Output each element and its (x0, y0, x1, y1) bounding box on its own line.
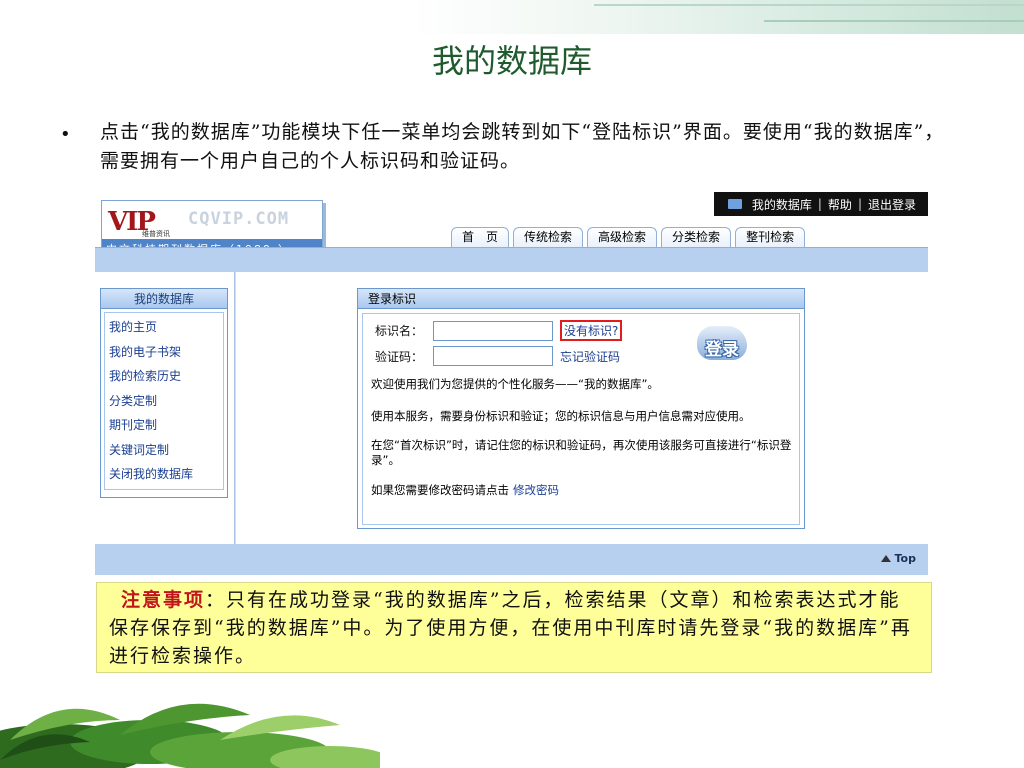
nav-tabs: 首 页 传统检索 高级检索 分类检索 整刊检索 (451, 227, 806, 247)
info-first-time: 在您“首次标识”时，请记住您的标识和验证码，再次使用该服务可直接进行“标识登录”… (371, 438, 792, 467)
no-id-link[interactable]: 没有标识? (560, 320, 623, 341)
login-panel-title: 登录标识 (358, 289, 804, 309)
change-password-text: 如果您需要修改密码请点击 (371, 483, 509, 497)
separator: | (817, 197, 822, 211)
tab-traditional-search[interactable]: 传统检索 (513, 227, 584, 247)
code-row: 验证码： 忘记验证码 (375, 346, 620, 366)
id-row: 标识名： 没有标识? (375, 320, 623, 341)
tab-advanced-search[interactable]: 高级检索 (587, 227, 658, 247)
id-input[interactable] (433, 320, 553, 341)
slide-title: 我的数据库 (431, 42, 592, 80)
change-password-link[interactable]: 修改密码 (513, 483, 559, 497)
notice-label: 注意事项 (121, 589, 206, 611)
sidebar-item-close-database[interactable]: 关闭我的数据库 (109, 462, 219, 487)
info-welcome: 欢迎使用我们为您提供的个性化服务——“我的数据库”。 (371, 377, 659, 391)
decor-stripe (594, 4, 1024, 6)
notice-text: ：只有在成功登录“我的数据库”之后，检索结果（文章）和检索表达式才能保存保存到“… (109, 589, 912, 667)
logo-subtitle: 维普资讯 (142, 230, 170, 238)
tea-leaves-decoration (0, 680, 380, 768)
sidebar-item-search-history[interactable]: 我的检索历史 (109, 364, 219, 389)
up-arrow-icon (880, 555, 891, 562)
bullet-text: 点击“我的数据库”功能模块下任一菜单均会跳转到如下“登陆标识”界面。要使用“我的… (100, 121, 945, 172)
info-change-password: 如果您需要修改密码请点击 修改密码 (371, 483, 793, 498)
help-link[interactable]: 帮助 (828, 196, 852, 213)
tab-category-search[interactable]: 分类检索 (661, 227, 732, 247)
leaves-icon (0, 703, 380, 768)
decor-stripe (764, 20, 1024, 22)
forgot-code-link[interactable]: 忘记验证码 (560, 348, 620, 365)
code-input[interactable] (433, 346, 553, 366)
login-button[interactable]: 登录 (697, 322, 753, 366)
folder-icon (727, 199, 742, 209)
sidebar-item-journal-custom[interactable]: 期刊定制 (109, 413, 219, 438)
sidebar-item-home[interactable]: 我的主页 (109, 315, 219, 340)
top-link-label: Top (894, 552, 916, 565)
my-database-link[interactable]: 我的数据库 (752, 196, 812, 213)
footer-bar: Top (95, 544, 928, 575)
code-label: 验证码： (375, 349, 424, 364)
sidebar-item-bookshelf[interactable]: 我的电子书架 (109, 340, 219, 365)
bullet-icon: • (60, 124, 71, 145)
id-label: 标识名： (375, 324, 424, 338)
sidebar-list: 我的主页 我的电子书架 我的检索历史 分类定制 期刊定制 关键词定制 关闭我的数… (104, 312, 224, 490)
tab-journal-search[interactable]: 整刊检索 (735, 227, 806, 247)
sidebar-title: 我的数据库 (101, 289, 227, 309)
sidebar-item-category-custom[interactable]: 分类定制 (109, 389, 219, 414)
nav-bar (95, 247, 928, 272)
tab-home[interactable]: 首 页 (451, 227, 510, 247)
sidebar-item-keyword-custom[interactable]: 关键词定制 (109, 438, 219, 463)
login-panel: 登录标识 标识名： 没有标识? 验证码： 忘记验证码 登录 欢迎使用我们为您提供… (357, 288, 805, 529)
separator: | (857, 197, 862, 211)
slide-top-band (0, 0, 1024, 34)
screenshot-panel: 我的数据库 | 帮助 | 退出登录 VIP 维普资讯 CQVIP.COM 中文科… (95, 192, 928, 575)
sidebar: 我的数据库 我的主页 我的电子书架 我的检索历史 分类定制 期刊定制 关键词定制… (100, 288, 228, 498)
login-button-label: 登录 (705, 340, 739, 360)
logout-link[interactable]: 退出登录 (868, 196, 916, 213)
notice-box: 注意事项：只有在成功登录“我的数据库”之后，检索结果（文章）和检索表达式才能保存… (96, 582, 932, 673)
top-links-bar: 我的数据库 | 帮助 | 退出登录 (713, 192, 928, 216)
login-form: 标识名： 没有标识? 验证码： 忘记验证码 登录 欢迎使用我们为您提供的个性化服… (362, 313, 800, 525)
logo-site-name: CQVIP.COM (188, 209, 290, 229)
info-usage: 使用本服务，需要身份标识和验证；您的标识信息与用户信息需对应使用。 (371, 409, 751, 423)
back-to-top-link[interactable]: Top (880, 552, 916, 565)
